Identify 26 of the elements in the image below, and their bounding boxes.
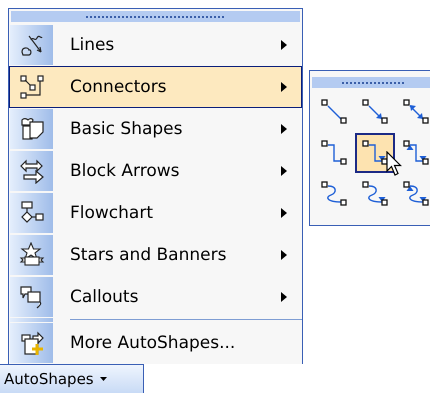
menu-item-label: Callouts	[70, 287, 140, 307]
grip-bar[interactable]	[312, 77, 430, 88]
menu-item[interactable]: More AutoShapes...	[9, 322, 302, 364]
menu-item-label: Stars and Banners	[70, 245, 228, 265]
menu-item-label: Lines	[70, 35, 116, 55]
menu-item-label: Block Arrows	[70, 161, 180, 181]
menu-item-label: Connectors	[70, 77, 168, 97]
shapes-add-icon	[18, 330, 44, 356]
menu-item[interactable]: Lines	[9, 24, 302, 66]
menu-item-label: Flowchart	[70, 203, 154, 223]
connector-icon	[18, 74, 44, 100]
menu-item-label: Basic Shapes	[70, 119, 184, 139]
grip-bar[interactable]	[11, 11, 300, 22]
autoshapes-button[interactable]: AutoShapes	[0, 364, 144, 393]
star-icon	[18, 242, 44, 268]
menu-item[interactable]: Connectors	[9, 66, 302, 108]
arrows-icon	[18, 158, 44, 184]
caret-icon	[100, 377, 107, 381]
menu-item[interactable]: Block Arrows	[9, 150, 302, 192]
menu-item[interactable]: Callouts	[9, 276, 302, 318]
menu-item[interactable]: Stars and Banners	[9, 234, 302, 276]
mouse-pointer-icon	[386, 151, 402, 177]
menu-item[interactable]: Flowchart	[9, 192, 302, 234]
menu-item-label: More AutoShapes...	[70, 333, 236, 353]
shapes-icon	[18, 116, 44, 142]
menu-item[interactable]: Basic Shapes	[9, 108, 302, 150]
